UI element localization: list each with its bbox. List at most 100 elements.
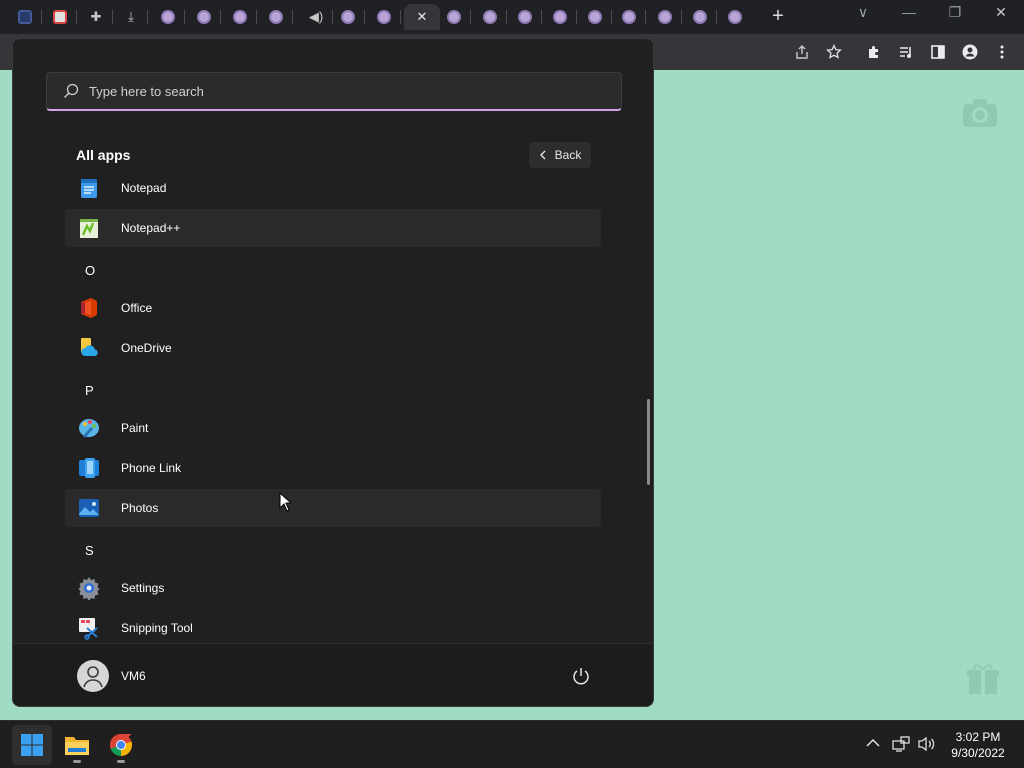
tab-extension-app[interactable]	[8, 4, 42, 30]
taskbar-clock[interactable]: 3:02 PM 9/30/2022	[944, 729, 1012, 761]
tab-favicon	[447, 10, 461, 24]
tab-favicon	[553, 10, 567, 24]
taskbar-file-explorer[interactable]	[57, 725, 97, 765]
tab-page[interactable]	[437, 4, 471, 30]
tab-page[interactable]	[683, 4, 717, 30]
app-item-label: Notepad++	[121, 221, 181, 235]
paint-icon	[77, 416, 101, 440]
app-item-label: Notepad	[121, 181, 167, 195]
all-apps-list: Notepad Notepad++ O Office OneDrive P Pa…	[65, 169, 601, 644]
group-letter-s[interactable]: S	[85, 543, 94, 558]
restore-button[interactable]: ❐	[942, 4, 968, 21]
notepad-icon	[77, 176, 101, 200]
clock-time: 3:02 PM	[955, 730, 1001, 744]
tab-favicon	[483, 10, 497, 24]
tab-extensions[interactable]: ✚	[79, 4, 113, 30]
start-menu: Type here to search All apps Back Notepa…	[12, 38, 654, 707]
new-tab-button[interactable]: +	[768, 6, 788, 26]
taskbar-chrome[interactable]	[101, 725, 141, 765]
tab-page[interactable]	[648, 4, 682, 30]
tab-audio[interactable]: ◀)	[299, 4, 333, 30]
start-menu-footer: VM6	[13, 643, 653, 706]
app-item-label: Phone Link	[121, 461, 182, 475]
browser-tab-strip: ✚ ⤓ ◀) ✕ + ∨ — ❐ ✕	[0, 0, 1024, 34]
network-icon[interactable]	[892, 736, 910, 755]
user-avatar[interactable]	[77, 660, 109, 692]
tab-page[interactable]	[187, 4, 221, 30]
mouse-cursor-icon	[279, 491, 293, 512]
bookmark-star-icon[interactable]	[825, 43, 843, 63]
user-name[interactable]: VM6	[121, 669, 146, 683]
chrome-icon	[110, 734, 132, 756]
app-item-paint[interactable]: Paint	[65, 409, 601, 447]
tab-favicon	[622, 10, 636, 24]
close-window-button[interactable]: ✕	[988, 4, 1014, 21]
tab-page[interactable]	[508, 4, 542, 30]
tab-favicon	[377, 10, 391, 24]
tab-page[interactable]	[151, 4, 185, 30]
photos-icon	[77, 496, 101, 520]
app-item-phone-link[interactable]: Phone Link	[65, 449, 601, 487]
start-search-box[interactable]: Type here to search	[46, 72, 622, 111]
search-input[interactable]: Type here to search	[89, 84, 204, 99]
share-icon[interactable]	[793, 44, 811, 63]
all-apps-title: All apps	[76, 147, 131, 163]
tab-favicon	[588, 10, 602, 24]
tab-web-store[interactable]	[43, 4, 77, 30]
profile-icon[interactable]	[961, 44, 979, 63]
tab-page[interactable]	[543, 4, 577, 30]
phone-link-icon	[77, 456, 101, 480]
app-item-label: OneDrive	[121, 341, 172, 355]
app-item-office[interactable]: Office	[65, 289, 601, 327]
app-list-scrollbar[interactable]	[647, 399, 650, 485]
tab-page[interactable]	[718, 4, 752, 30]
search-icon	[63, 83, 79, 99]
tab-page[interactable]	[331, 4, 365, 30]
tab-favicon	[728, 10, 742, 24]
tab-active[interactable]: ✕	[404, 4, 440, 30]
tab-page[interactable]	[473, 4, 507, 30]
tab-page[interactable]	[367, 4, 401, 30]
browser-menu-icon[interactable]	[993, 44, 1011, 63]
download-icon: ⤓	[128, 9, 134, 24]
running-indicator	[73, 760, 81, 763]
app-item-notepadpp[interactable]: Notepad++	[65, 209, 601, 247]
back-button[interactable]: Back	[529, 142, 591, 168]
tab-favicon	[658, 10, 672, 24]
running-indicator	[117, 760, 125, 763]
minimize-button[interactable]: —	[896, 4, 922, 20]
puzzle-icon: ✚	[90, 9, 102, 24]
gift-icon[interactable]	[966, 662, 1000, 696]
group-letter-p[interactable]: P	[85, 383, 94, 398]
media-controls-icon[interactable]	[897, 44, 915, 63]
side-panel-icon[interactable]	[929, 44, 947, 63]
group-letter-o[interactable]: O	[85, 263, 95, 278]
store-icon	[53, 10, 67, 24]
power-icon[interactable]	[571, 666, 591, 686]
app-item-snipping-tool[interactable]: Snipping Tool	[65, 609, 601, 644]
notepadpp-icon	[77, 216, 101, 240]
start-button[interactable]	[12, 725, 52, 765]
tab-search-chevron-icon[interactable]: ∨	[850, 4, 876, 21]
back-button-label: Back	[554, 148, 582, 162]
close-icon[interactable]: ✕	[417, 9, 428, 25]
onedrive-icon	[77, 336, 101, 360]
app-item-photos[interactable]: Photos	[65, 489, 601, 527]
tab-favicon	[341, 10, 355, 24]
tab-page[interactable]	[259, 4, 293, 30]
tab-page[interactable]	[578, 4, 612, 30]
app-item-label: Paint	[121, 421, 149, 435]
show-hidden-icons-chevron-icon[interactable]	[866, 736, 880, 751]
app-item-notepad[interactable]: Notepad	[65, 169, 601, 207]
chevron-left-icon	[539, 150, 546, 160]
office-icon	[77, 296, 101, 320]
tab-page[interactable]	[612, 4, 646, 30]
tab-downloads[interactable]: ⤓	[114, 4, 148, 30]
tab-favicon	[518, 10, 532, 24]
camera-icon[interactable]	[962, 98, 998, 128]
volume-icon[interactable]	[918, 736, 936, 755]
app-item-onedrive[interactable]: OneDrive	[65, 329, 601, 367]
extensions-puzzle-icon[interactable]	[865, 44, 883, 63]
tab-page[interactable]	[223, 4, 257, 30]
app-item-settings[interactable]: Settings	[65, 569, 601, 607]
